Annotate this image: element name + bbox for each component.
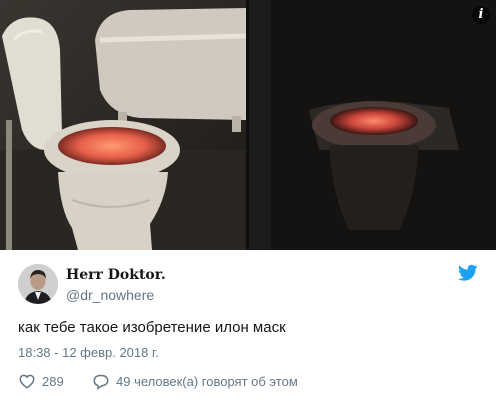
heart-icon (18, 373, 36, 389)
info-icon[interactable]: i (472, 6, 490, 24)
tweet-card: i Herr Doktor. @dr_nowhere как тебе тако… (0, 0, 496, 401)
twitter-bird-icon[interactable] (457, 264, 478, 282)
replies-label: 49 человек(а) говорят об этом (116, 373, 298, 389)
tweet-media: i (0, 0, 496, 250)
avatar[interactable] (18, 264, 58, 304)
photo-toilet-lit[interactable] (0, 0, 246, 250)
tweet-text: как тебе такое изобретение илон маск (18, 319, 286, 336)
author-display-name[interactable]: Herr Doktor. (66, 267, 166, 283)
like-button[interactable]: 289 (18, 372, 64, 390)
replies-button[interactable]: 49 человек(а) говорят об этом (92, 372, 298, 390)
tweet-timestamp[interactable]: 18:38 - 12 февр. 2018 г. (18, 345, 159, 360)
like-count: 289 (42, 373, 64, 389)
photo-toilet-dark[interactable] (249, 0, 496, 250)
author-handle[interactable]: @dr_nowhere (66, 287, 154, 303)
speech-bubble-icon (92, 373, 110, 390)
tweet-author: Herr Doktor. @dr_nowhere (18, 264, 478, 306)
